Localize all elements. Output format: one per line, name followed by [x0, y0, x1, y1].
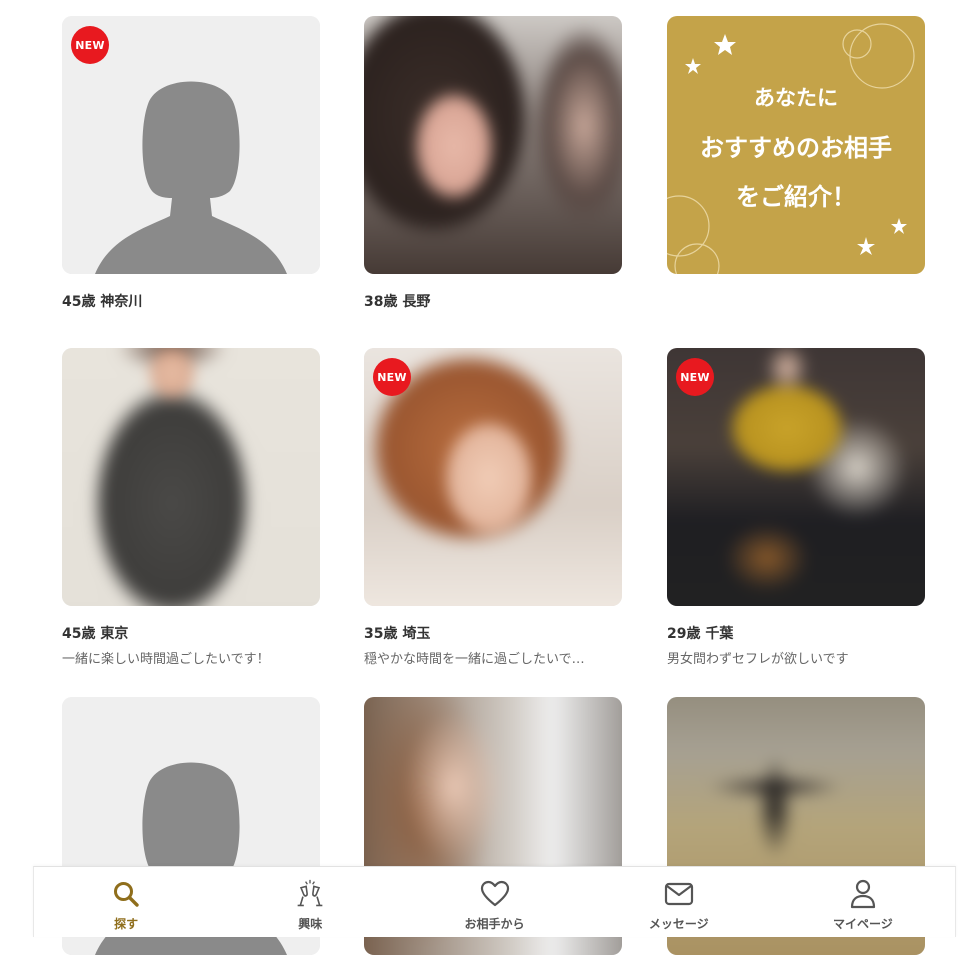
- nav-from-partner[interactable]: お相手から: [402, 867, 586, 937]
- profile-title: 35歳 埼玉: [364, 626, 431, 642]
- profile-message: 一緒に楽しい時間過ごしたいです！: [62, 652, 270, 667]
- profile-photo[interactable]: NEW: [364, 348, 622, 606]
- profile-card[interactable]: 45歳 東京 一緒に楽しい時間過ごしたいです！: [62, 348, 320, 667]
- profile-card[interactable]: NEW 45歳 神奈川: [62, 16, 320, 310]
- profile-message: 穏やかな時間を一緒に過ごしたいで…: [364, 652, 585, 667]
- blurred-photo: [62, 348, 320, 606]
- promo-card[interactable]: あなたに おすすめのお相手 をご紹介！: [667, 16, 925, 274]
- profile-card[interactable]: 38歳 長野: [364, 16, 622, 310]
- profile-title: 29歳 千葉: [667, 626, 734, 642]
- nav-label: メッセージ: [648, 917, 709, 931]
- profile-card[interactable]: NEW 29歳 千葉 男女問わずセフレが欲しいです: [667, 348, 925, 667]
- banner-line-3: をご紹介！: [736, 183, 856, 211]
- profile-title: 38歳 長野: [364, 294, 431, 310]
- profile-photo[interactable]: [62, 348, 320, 606]
- profile-title: 45歳 神奈川: [62, 294, 143, 310]
- nav-label: マイページ: [833, 917, 893, 931]
- person-icon: [848, 879, 878, 909]
- profile-card[interactable]: NEW 35歳 埼玉 穏やかな時間を一緒に過ごしたいで…: [364, 348, 622, 667]
- banner-line-2: おすすめのお相手: [700, 134, 892, 162]
- nav-label: お相手から: [464, 917, 525, 931]
- nav-mypage[interactable]: マイページ: [771, 867, 955, 937]
- banner-line-1: あなたに: [754, 86, 838, 110]
- profile-grid: NEW 45歳 神奈川 38歳 長野 あなたに おすすめのお相手 をご紹介！ 4…: [0, 0, 971, 955]
- profile-message: 男女問わずセフレが欲しいです: [667, 652, 849, 667]
- profile-photo[interactable]: NEW: [62, 16, 320, 274]
- cheers-icon: [295, 879, 325, 909]
- nav-messages[interactable]: メッセージ: [587, 867, 771, 937]
- new-badge: NEW: [71, 26, 109, 64]
- heart-icon: [480, 879, 510, 909]
- mail-icon: [664, 879, 694, 909]
- new-badge: NEW: [373, 358, 411, 396]
- profile-photo[interactable]: NEW: [667, 348, 925, 606]
- bottom-navigation: 探す 興味 お相手から メッセージ マイページ: [33, 866, 956, 937]
- new-badge: NEW: [676, 358, 714, 396]
- nav-interest[interactable]: 興味: [218, 867, 402, 937]
- profile-title: 45歳 東京: [62, 626, 129, 642]
- blurred-photo: [364, 16, 622, 274]
- nav-label: 興味: [298, 917, 323, 931]
- recommendation-banner[interactable]: あなたに おすすめのお相手 をご紹介！: [667, 16, 925, 274]
- nav-search[interactable]: 探す: [34, 867, 218, 937]
- search-icon: [111, 879, 141, 909]
- nav-label: 探す: [114, 917, 139, 931]
- profile-photo[interactable]: [364, 16, 622, 274]
